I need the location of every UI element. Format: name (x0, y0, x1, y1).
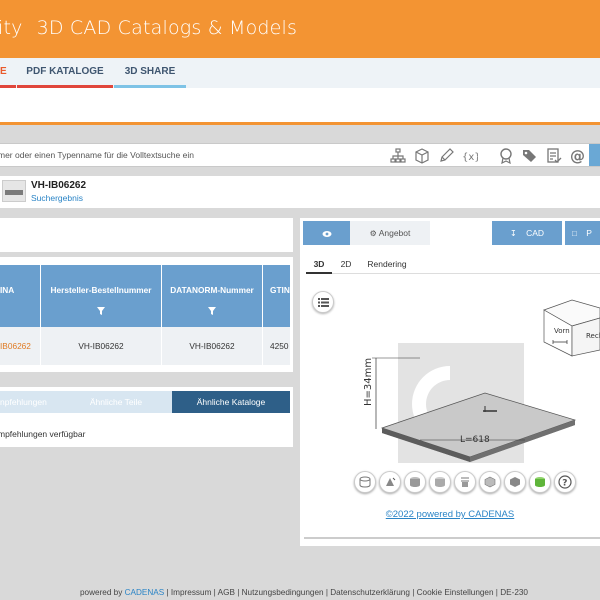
viewer-menu-button[interactable] (312, 291, 334, 313)
svg-text:?: ? (562, 479, 567, 489)
left-info-panel (0, 218, 293, 252)
tab-3d[interactable]: 3D (306, 254, 332, 274)
at-icon[interactable]: @ (568, 146, 588, 166)
orange-divider (0, 122, 600, 125)
tab-cad[interactable]: ↧ CAD (492, 221, 562, 245)
tab-rendering[interactable]: Rendering (362, 254, 412, 274)
svg-text:{x}: {x} (462, 152, 478, 163)
filter-icon[interactable] (97, 307, 105, 315)
search-button[interactable] (589, 144, 600, 166)
filter-icon[interactable] (208, 307, 216, 315)
checklist-icon[interactable] (544, 146, 564, 166)
search-input[interactable]: mer oder einen Typenname für die Volltex… (0, 150, 194, 160)
tab-view[interactable] (303, 221, 350, 245)
brand-name: ity (0, 17, 23, 39)
search-toolbar: {x} @ (388, 146, 588, 166)
viewer-panel: ⚙ Angebot ↧ CAD □ P 3D 2D Rendering H=34… (300, 218, 600, 546)
list-icon (317, 297, 329, 307)
part-number: VH-IB06262 (31, 180, 87, 191)
column-header[interactable]: Hersteller-Bestellnummer (41, 265, 162, 327)
toolbar-separator (484, 146, 492, 166)
part-thumbnail[interactable] (2, 180, 26, 202)
offer-icon: ⚙ (369, 229, 377, 238)
table-cell: 4250 (270, 341, 289, 351)
tab-similar-parts[interactable]: Ähnliche Teile (60, 391, 172, 413)
table-cell[interactable]: IB06262 (0, 327, 41, 365)
length-label: L=618 (460, 435, 490, 445)
cube-front-label: Vorn (554, 327, 570, 335)
main-nav: E PDF KATALOGE 3D SHARE (0, 58, 600, 88)
tab-similar-catalogs[interactable]: Ähnliche Kataloge (172, 391, 290, 413)
footer-link-privacy[interactable]: Datenschutzerklärung (330, 588, 410, 597)
download-icon: ↧ (509, 229, 517, 238)
cadenas-powered-link[interactable]: ©2022 powered by CADENAS (300, 509, 600, 520)
tab-pdf-kataloge[interactable]: PDF KATALOGE (17, 58, 113, 88)
cube-icon[interactable] (412, 146, 432, 166)
explode-icon[interactable] (379, 471, 401, 493)
tab-pdf[interactable]: □ P (565, 221, 600, 245)
hierarchy-icon[interactable] (388, 146, 408, 166)
svg-text:@: @ (570, 148, 585, 164)
cube-right-label: Rech (586, 332, 600, 340)
table-cell: VH-IB06262 (162, 327, 263, 365)
footer-prefix: powered by (80, 588, 123, 597)
badge-icon[interactable] (496, 146, 516, 166)
footer-link-impressum[interactable]: Impressum (171, 588, 212, 597)
recommendation-tabs: npfehlungen Ähnliche Teile Ähnliche Kata… (0, 391, 290, 413)
help-icon[interactable]: ? (554, 471, 576, 493)
section-icon[interactable] (454, 471, 476, 493)
footer-cadenas-link[interactable]: CADENAS (125, 588, 165, 597)
app-header: ity 3D CAD Catalogs & Models (0, 0, 600, 58)
box-icon[interactable] (479, 471, 501, 493)
subheader-area (0, 88, 600, 122)
layers-icon[interactable] (354, 471, 376, 493)
search-bar: mer oder einen Typenname für die Volltex… (0, 143, 600, 167)
footer-link-terms[interactable]: Nutzungsbedingungen (242, 588, 324, 597)
tags-icon[interactable] (520, 146, 540, 166)
tab-cad-label: CAD (526, 228, 545, 238)
table-row[interactable]: IB06262 VH-IB06262 VH-IB06262 4250 (0, 327, 290, 365)
viewer-tabs: ⚙ Angebot ↧ CAD □ P (303, 221, 600, 245)
tab-recommendations[interactable]: npfehlungen (0, 391, 60, 413)
table-cell: VH-IB06262 (41, 327, 162, 365)
tab-pdf-label: P (586, 228, 592, 238)
eye-icon (322, 230, 331, 237)
recommendations-panel: npfehlungen Ähnliche Teile Ähnliche Kata… (0, 387, 293, 447)
color-icon[interactable] (529, 471, 551, 493)
orientation-cube[interactable]: Vorn Rech (543, 299, 600, 357)
view-mode-tabs: 3D 2D Rendering (306, 254, 600, 274)
document-icon: □ (572, 229, 577, 238)
panel-divider (304, 537, 600, 539)
tab-angebot-label: Angebot (378, 228, 411, 238)
part-table-panel: INA Hersteller-Bestellnummer DATANORM-Nu… (0, 257, 293, 372)
variable-icon[interactable]: {x} (460, 146, 480, 166)
height-label: H=34mm (363, 358, 374, 406)
tab-2d[interactable]: 2D (334, 254, 358, 274)
tab-home[interactable]: E (0, 58, 16, 88)
table-header: INA Hersteller-Bestellnummer DATANORM-Nu… (0, 265, 290, 327)
tab-angebot[interactable]: ⚙ Angebot (350, 221, 430, 245)
wireframe-icon[interactable] (429, 471, 451, 493)
footer-link-agb[interactable]: AGB (218, 588, 235, 597)
pencil-icon[interactable] (436, 146, 456, 166)
empty-message: mpfehlungen verfügbar (0, 429, 86, 439)
search-result-link[interactable]: Suchergebnis (31, 193, 83, 203)
column-header[interactable]: GTIN (263, 265, 290, 327)
footer-link-cookies[interactable]: Cookie Einstellungen (417, 588, 494, 597)
3d-viewport[interactable]: H=34mm L=618 Vorn Rech (300, 278, 600, 468)
solid-box-icon[interactable] (504, 471, 526, 493)
footer-version: DE-230 (500, 588, 528, 597)
column-header[interactable]: DATANORM-Nummer (162, 265, 263, 327)
page-title: 3D CAD Catalogs & Models (36, 17, 298, 39)
tab-3d-share[interactable]: 3D SHARE (114, 58, 186, 88)
result-header: VH-IB06262 Suchergebnis (0, 176, 600, 208)
column-header[interactable]: INA (0, 265, 41, 327)
footer: powered by CADENAS | Impressum | AGB | N… (80, 588, 528, 597)
shaded-icon[interactable] (404, 471, 426, 493)
viewer-toolbar: ? (354, 471, 576, 493)
app-title[interactable]: ity 3D CAD Catalogs & Models (0, 17, 297, 39)
